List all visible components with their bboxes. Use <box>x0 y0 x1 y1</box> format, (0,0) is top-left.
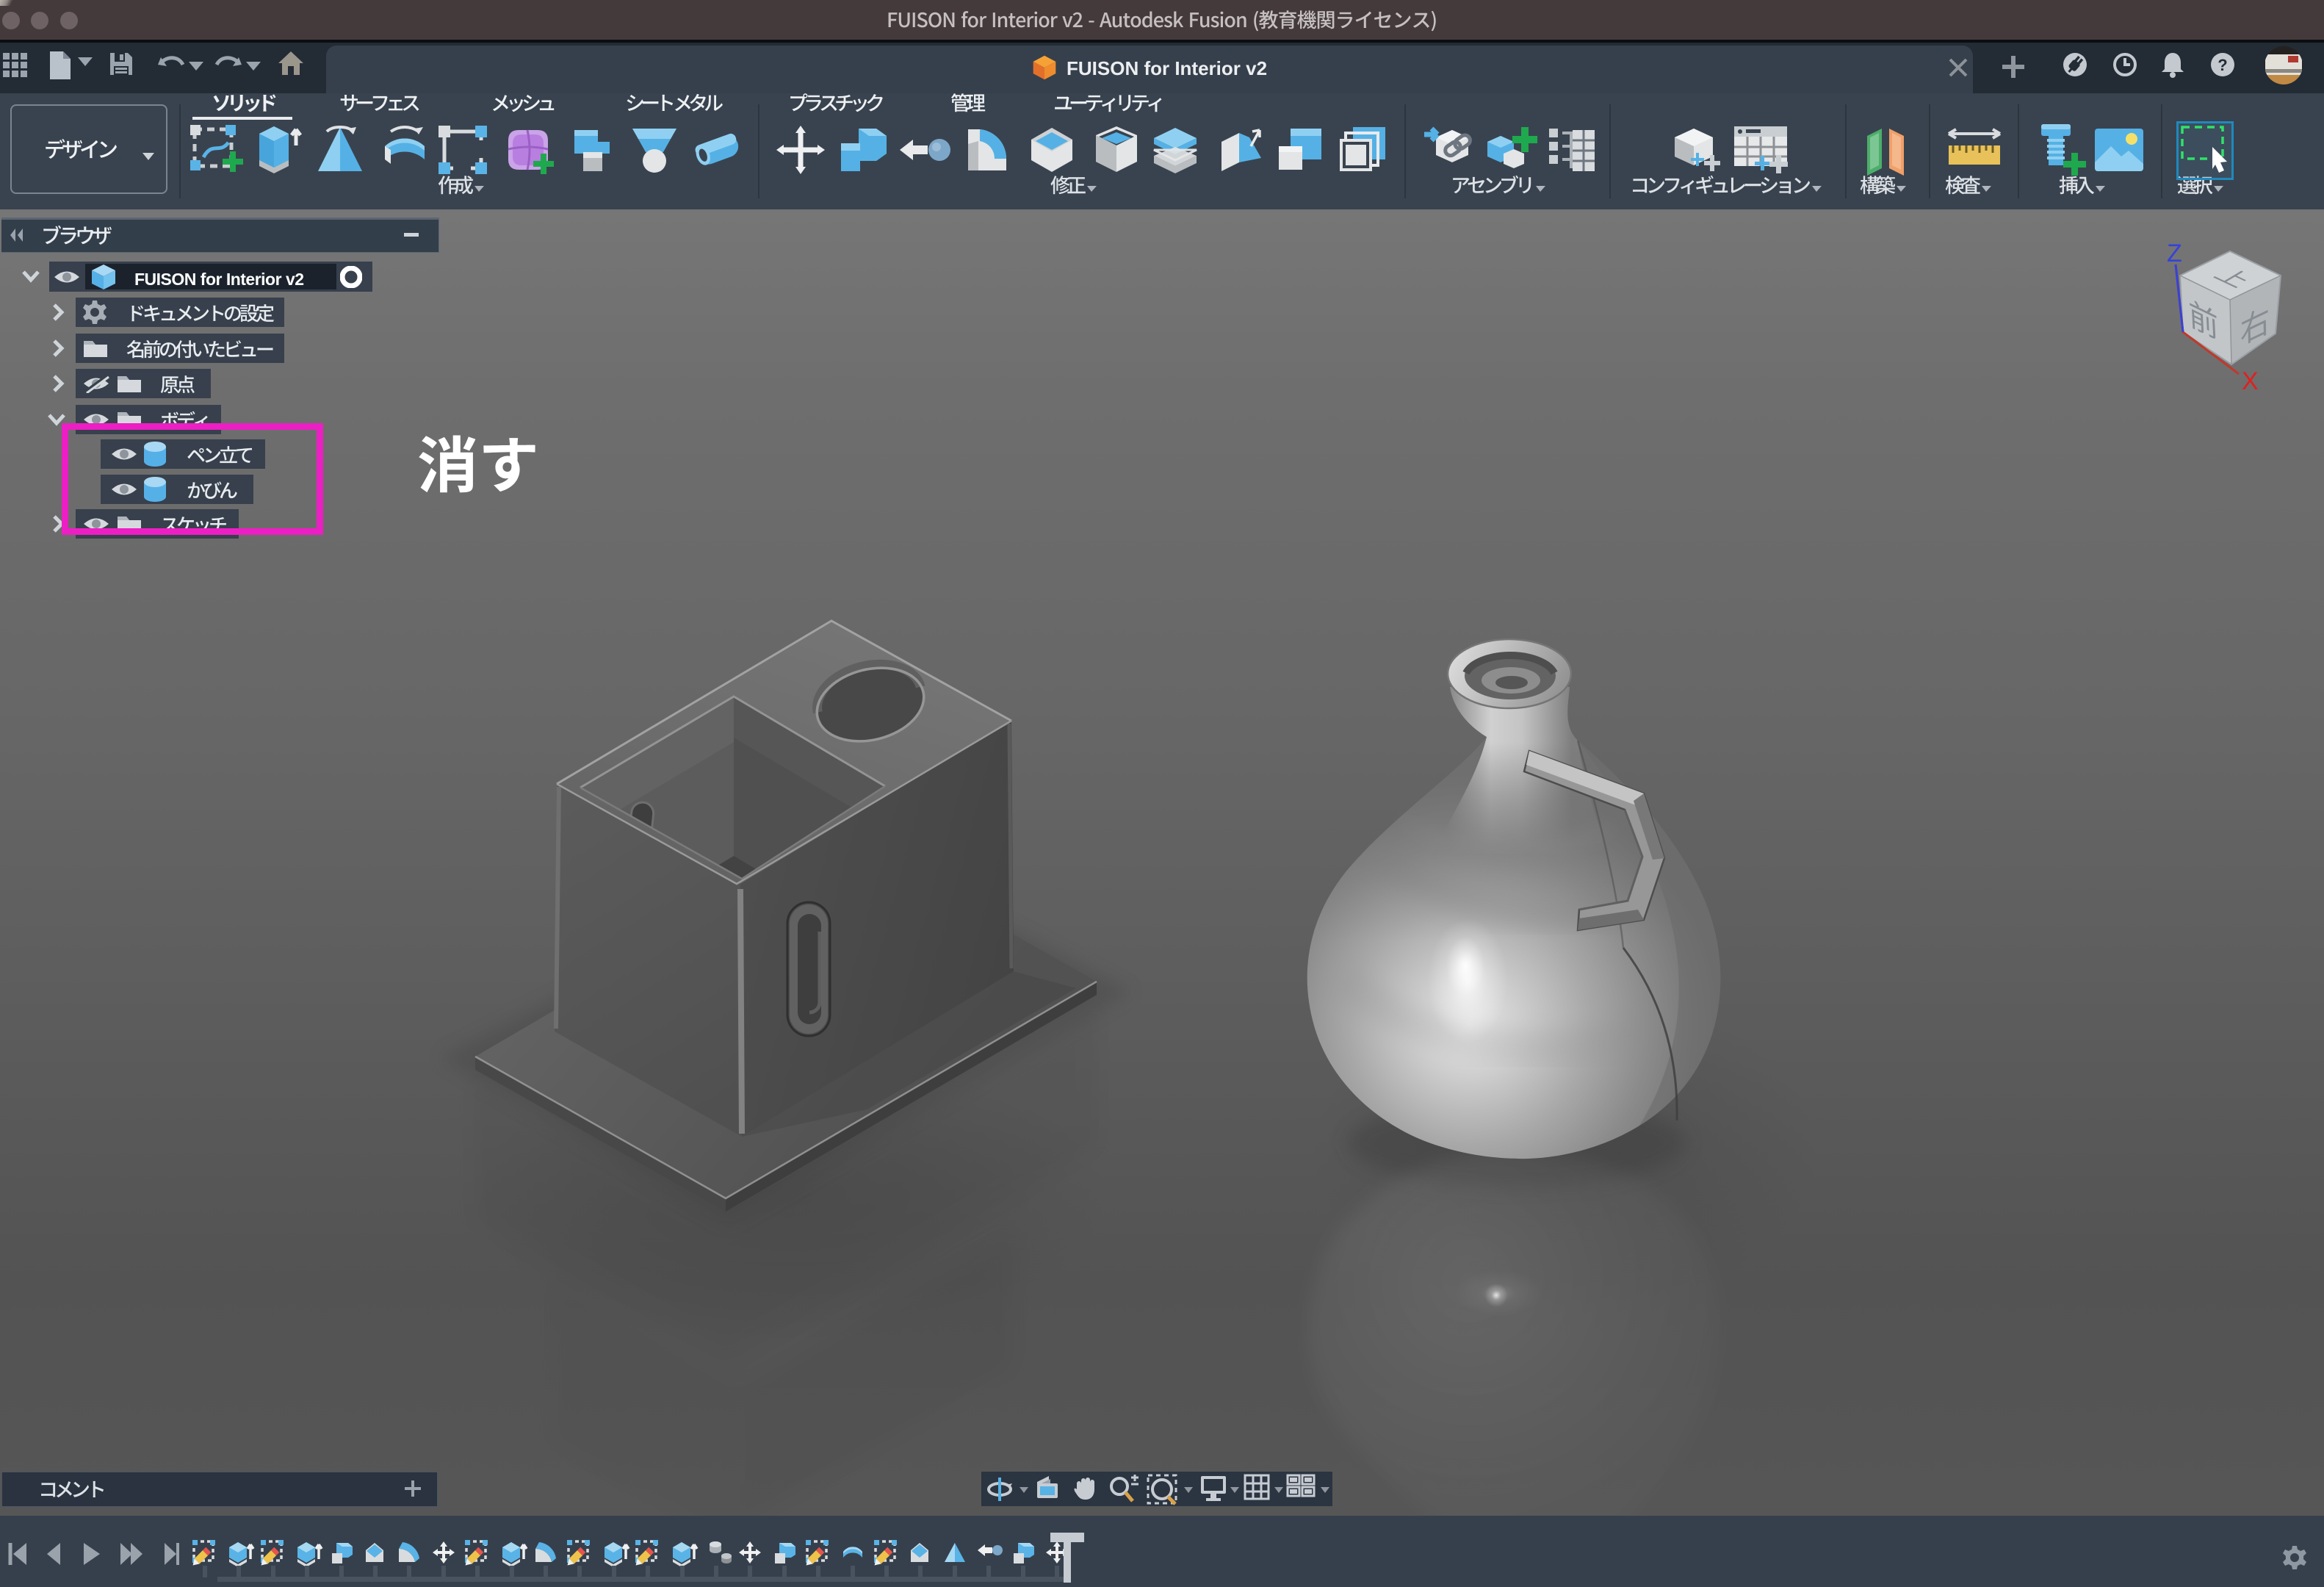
svg-text:Z: Z <box>2167 240 2182 267</box>
svg-text:?: ? <box>2217 56 2227 74</box>
svg-text:X: X <box>2242 367 2259 395</box>
